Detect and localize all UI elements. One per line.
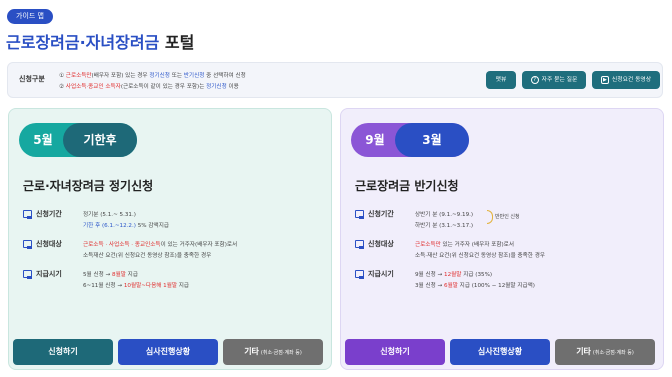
info-line-2-d: 이용: [226, 84, 239, 90]
payment-text: 지급: [125, 272, 138, 278]
video-label: 신청요건 동영상: [611, 77, 652, 83]
payment-month: 6월말: [444, 283, 458, 289]
info-line-1-e: 반기신청: [183, 73, 205, 79]
payment-text: 6~11월 신청 →: [83, 283, 124, 289]
row-payment-time: 지급시기 9월 신청 → 12월말 지급 (35%) 3월 신청 → 6월말 지…: [355, 269, 655, 293]
payment-month: 10월말~다음해 1월말: [123, 283, 177, 289]
row-label: 신청대상: [36, 240, 62, 248]
half-year-note: 반반인 신청: [495, 214, 520, 220]
row-eligibility: 신청대상 근로소득 · 사업소득 · 종교인소득이 있는 거주자(배우자 포함)…: [23, 239, 323, 263]
row-label: 지급시기: [36, 270, 62, 278]
apply-button[interactable]: 신청하기: [13, 339, 113, 365]
row-value: 정기분 (5.1.~ 5.31.): [83, 212, 136, 218]
row-value: 기한 후 (6.1.~12.2.) 5% 감액지급: [83, 221, 169, 229]
row-value: 소득·재산 요건(위 신청요건 동영상 참조)을 충족한 경우: [415, 253, 546, 259]
info-line-1-c: 정기신청: [149, 73, 170, 79]
info-line-2-c: 정기신청: [206, 84, 227, 90]
income-types: 근로소득 · 사업소득 · 종교인소득: [83, 242, 161, 248]
card-title: 근로장려금 반기신청: [355, 179, 459, 193]
help-view-button[interactable]: 맷뷰: [486, 71, 516, 89]
half-year-application-card: 9월 3월 근로장려금 반기신청 신청기간 상반기 분 (9.1.~9.19.)…: [340, 108, 664, 370]
info-line-1: ① 근로소득만(배우자 포함) 있는 경우 정기신청 또는 반기신청 중 선택하…: [59, 71, 246, 79]
late-period-text: 기한 후 (6.1.~12.2.): [83, 223, 136, 229]
payment-text: 지급 (100% − 12월말 지급액): [457, 283, 535, 289]
row-label: 신청기간: [368, 210, 394, 218]
payment-text: 3월 신청 →: [415, 283, 445, 289]
payment-text: 9월 신청 →: [415, 272, 445, 278]
eligibility-text: 이 있는 거주자(배우자 포함)로서: [160, 242, 238, 248]
period-month: 5월: [33, 133, 53, 147]
row-eligibility: 신청대상 근로소득만 있는 거주자 (배우자 포함)로서 소득·재산 요건(위 …: [355, 239, 655, 263]
calendar-icon: [355, 270, 364, 279]
period-pill: 5월 기한후: [19, 123, 137, 157]
payment-text: 지급 (35%): [461, 272, 493, 278]
period-pill: 9월 3월: [351, 123, 469, 157]
page-title-main: 근로장려금·자녀장려금: [6, 33, 160, 52]
card-title: 근로·자녀장려금 정기신청: [23, 179, 154, 193]
other-note: (취소·금점·계좌 등): [260, 350, 302, 356]
row-value: 상반기 분 (9.1.~9.19.): [415, 212, 474, 218]
row-label: 신청기간: [36, 210, 62, 218]
info-line-2-a: 사업소득·종교인 소득자: [65, 84, 121, 90]
application-type-info-bar: 신청구분 ① 근로소득만(배우자 포함) 있는 경우 정기신청 또는 반기신청 …: [7, 62, 663, 98]
payment-text: 5월 신청 →: [83, 272, 113, 278]
brace-decoration: [487, 210, 493, 224]
info-line-1-prefix: ①: [59, 73, 66, 79]
row-application-period: 신청기간 상반기 분 (9.1.~9.19.) 하반기 분 (3.1.~3.17…: [355, 209, 655, 233]
row-application-period: 신청기간 정기분 (5.1.~ 5.31.) 기한 후 (6.1.~12.2.)…: [23, 209, 323, 233]
play-icon: ▶: [600, 75, 609, 84]
other-button[interactable]: 기타 (취소·금점·계좌 등): [555, 339, 655, 365]
other-button[interactable]: 기타 (취소·금점·계좌 등): [223, 339, 323, 365]
other-label: 기타: [244, 347, 259, 356]
income-types: 근로소득만: [415, 242, 441, 248]
regular-application-card: 5월 기한후 근로·자녀장려금 정기신청 신청기간 정기분 (5.1.~ 5.3…: [8, 108, 332, 370]
calendar-icon: [355, 210, 364, 219]
calendar-icon: [23, 270, 32, 279]
row-value: 하반기 분 (3.1.~3.17.): [415, 223, 474, 229]
requirements-video-button[interactable]: ▶ 신청요건 동영상: [592, 71, 660, 89]
row-value: 5월 신청 → 8월말 지급: [83, 270, 138, 278]
info-line-1-f: 중 선택하여 신청: [204, 73, 246, 79]
guide-map-badge: 가이드 맵: [7, 9, 53, 24]
period-month: 9월: [365, 133, 385, 147]
calendar-icon: [355, 240, 364, 249]
row-value: 6~11월 신청 → 10월말~다음해 1월말 지급: [83, 281, 189, 289]
info-line-2-prefix: ②: [59, 84, 66, 90]
row-payment-time: 지급시기 5월 신청 → 8월말 지급 6~11월 신청 → 10월말~다음해 …: [23, 269, 323, 293]
payment-month: 12월말: [444, 272, 462, 278]
info-line-1-d: 또는: [169, 73, 184, 79]
review-status-button[interactable]: 심사진행상황: [450, 339, 550, 365]
apply-button[interactable]: 신청하기: [345, 339, 445, 365]
question-icon: ?: [530, 75, 539, 84]
page-title-suffix: 포털: [159, 33, 195, 52]
info-line-2-b: (근로소득이 같이 있는 경우 포함)는: [120, 84, 207, 90]
payment-text: 지급: [177, 283, 190, 289]
page-title: 근로장려금·자녀장려금 포털: [6, 29, 194, 53]
row-value: 3월 신청 → 6월말 지급 (100% − 12월말 지급액): [415, 281, 535, 289]
row-value: 근로소득만 있는 거주자 (배우자 포함)로서: [415, 240, 514, 248]
period-label: 기한후: [83, 133, 117, 147]
period-label: 3월: [422, 133, 442, 147]
help-view-label: 맷뷰: [495, 77, 507, 83]
info-line-1-b: (배우자 포함) 있는 경우: [91, 73, 150, 79]
row-label: 신청대상: [368, 240, 394, 248]
row-value: 9월 신청 → 12월말 지급 (35%): [415, 270, 492, 278]
info-line-1-a: 근로소득만: [65, 73, 92, 79]
calendar-icon: [23, 210, 32, 219]
faq-label: 자주 묻는 질문: [541, 77, 578, 83]
row-value: 소득재산 요건(위 신청요건 동영상 참조)을 충족한 경우: [83, 253, 212, 259]
calendar-icon: [23, 240, 32, 249]
other-label: 기타: [576, 347, 591, 356]
faq-button[interactable]: ? 자주 묻는 질문: [522, 71, 586, 89]
row-label: 지급시기: [368, 270, 394, 278]
info-label: 신청구분: [19, 75, 45, 83]
info-line-2: ② 사업소득·종교인 소득자(근로소득이 같이 있는 경우 포함)는 정기신청 …: [59, 82, 239, 90]
review-status-button[interactable]: 심사진행상황: [118, 339, 218, 365]
row-value: 근로소득 · 사업소득 · 종교인소득이 있는 거주자(배우자 포함)로서: [83, 240, 237, 248]
other-note: (취소·금점·계좌 등): [592, 350, 634, 356]
reduction-note: 5% 감액지급: [137, 223, 169, 229]
payment-month: 8월말: [112, 272, 126, 278]
eligibility-text: 있는 거주자 (배우자 포함)로서: [440, 242, 514, 248]
